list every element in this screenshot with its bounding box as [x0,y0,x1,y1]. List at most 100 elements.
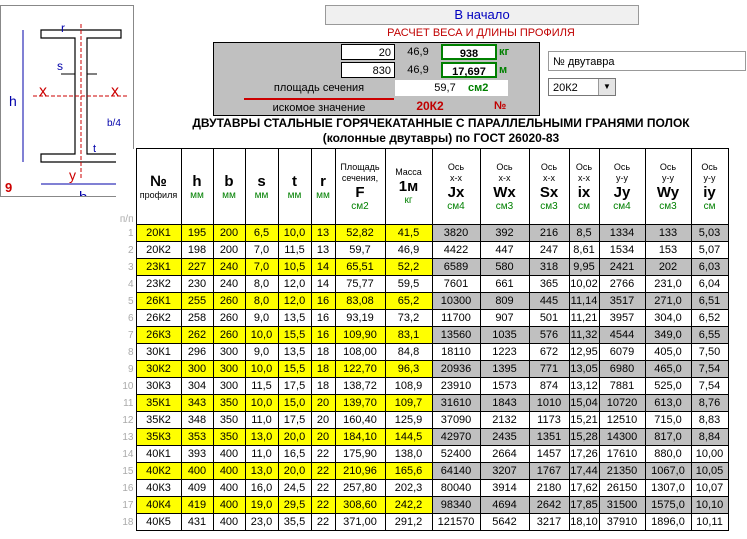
table-cell: 20 [310,428,336,446]
table-cell: 18,10 [568,513,600,531]
table-cell: 12,0 [277,292,312,310]
table-cell: 1307,0 [644,479,692,497]
col-profile: № профиля [135,148,182,225]
table-cell: 296 [180,343,214,361]
row-number: 7 [127,329,134,341]
col-h: h мм [180,148,214,225]
row-number: 5 [127,295,134,307]
table-cell: 20 [310,394,336,412]
table-cell: 8,0 [244,292,279,310]
table-cell: 35К3 [135,428,182,446]
table-cell: 35К1 [135,394,182,412]
row-number: 1 [127,227,134,239]
table-cell: 371,00 [334,513,386,531]
table-cell: 874 [528,377,570,395]
table-cell: 431 [180,513,214,531]
table-cell: 59,7 [334,241,386,259]
area-label: площадь сечения [273,82,365,94]
table-cell: 3914 [479,479,530,497]
table-cell: 1575,0 [644,496,692,514]
table-cell: 7,50 [690,343,729,361]
table-cell: 4544 [598,326,646,344]
length-input[interactable]: 20 [341,44,395,60]
table-cell: 160,40 [334,411,386,429]
profile-select[interactable]: 20К2 ▼ [548,78,616,96]
table-cell: 10,10 [690,496,729,514]
table-cell: 11,5 [244,377,279,395]
table-cell: 23910 [431,377,481,395]
table-cell: 580 [479,258,530,276]
sought-unit: № [494,100,507,112]
table-cell: 771 [528,360,570,378]
table-cell: 109,7 [384,394,433,412]
sought-label: искомое значение [244,98,394,114]
table-cell: 65,2 [384,292,433,310]
table-cell: 258 [180,309,214,327]
table-row: 12 35К2 348 350 11,0 17,5 20 160,40 125,9 37090 21… [116,411,729,429]
table-cell: 93,19 [334,309,386,327]
table-cell: 1843 [479,394,530,412]
table-cell: 393 [180,445,214,463]
table-row: 2 20К2 198 200 7,0 11,5 13 59,7 46,9 4422 447 247 8,… [116,241,729,259]
weight-input[interactable]: 830 [341,62,395,78]
table-cell: 613,0 [644,394,692,412]
table-cell: 10300 [431,292,481,310]
table-cell: 17610 [598,445,646,463]
table-cell: 195 [180,224,214,242]
table-title-line1: ДВУТАВРЫ СТАЛЬНЫЕ ГОРЯЧЕКАТАННЫЕ С ПАРАЛ… [192,116,690,130]
diagram-b: b [79,189,87,196]
table-cell: 16,0 [244,479,279,497]
table-cell: 8,76 [690,394,729,412]
table-cell: 348 [180,411,214,429]
calc-title: РАСЧЕТ ВЕСА И ДЛИНЫ ПРОФИЛЯ [387,27,575,39]
table-cell: 419 [180,496,214,514]
table-cell: 10,0 [277,224,312,242]
table-cell: 21350 [598,462,646,480]
table-cell: 96,3 [384,360,433,378]
table-cell: 10,5 [277,258,312,276]
table-cell: 20936 [431,360,481,378]
table-cell: 308,60 [334,496,386,514]
table-cell: 400 [212,479,246,497]
table-row: 8 30К1 296 300 9,0 13,5 18 108,00 84,8 18110 1223 6… [116,343,729,361]
table-cell: 175,90 [334,445,386,463]
table-cell: 1067,0 [644,462,692,480]
table-cell: 10,00 [690,445,729,463]
table-title-line2: (колонные двутавры) по ГОСТ 26020-83 [322,131,560,145]
profile-label-box: № двутавра [548,51,746,71]
table-cell: 7881 [598,377,646,395]
table-cell: 17,62 [568,479,600,497]
table-cell: 14 [310,258,336,276]
table-cell: 1534 [598,241,646,259]
row-number: 8 [127,346,134,358]
table-cell: 227 [180,258,214,276]
table-cell: 138,0 [384,445,433,463]
table-cell: 23К1 [135,258,182,276]
table-cell: 3957 [598,309,646,327]
table-cell: 2664 [479,445,530,463]
weight-result: 938 [441,44,497,60]
table-cell: 80040 [431,479,481,497]
table-cell: 153 [644,241,692,259]
home-button[interactable]: В начало [325,5,639,25]
table-cell: 35,5 [277,513,312,531]
table-cell: 64140 [431,462,481,480]
table-cell: 184,10 [334,428,386,446]
table-cell: 10,0 [244,326,279,344]
table-cell: 6980 [598,360,646,378]
row-number: 16 [122,482,134,494]
table-cell: 3217 [528,513,570,531]
table-cell: 6589 [431,258,481,276]
table-cell: 59,5 [384,275,433,293]
table-cell: 24,5 [277,479,312,497]
table-cell: 19,0 [244,496,279,514]
table-row: 1 20К1 195 200 6,5 10,0 13 52,82 41,5 3820 392 216 8… [116,224,729,242]
table-row: 5 26К1 255 260 8,0 12,0 16 83,08 65,2 10300 809 445… [116,292,729,310]
table-cell: 242,2 [384,496,433,514]
table-cell: 144,5 [384,428,433,446]
table-cell: 3820 [431,224,481,242]
table-cell: 8,0 [244,275,279,293]
row-number: 3 [127,261,134,273]
chevron-down-icon[interactable]: ▼ [598,79,615,95]
table-cell: 40К3 [135,479,182,497]
